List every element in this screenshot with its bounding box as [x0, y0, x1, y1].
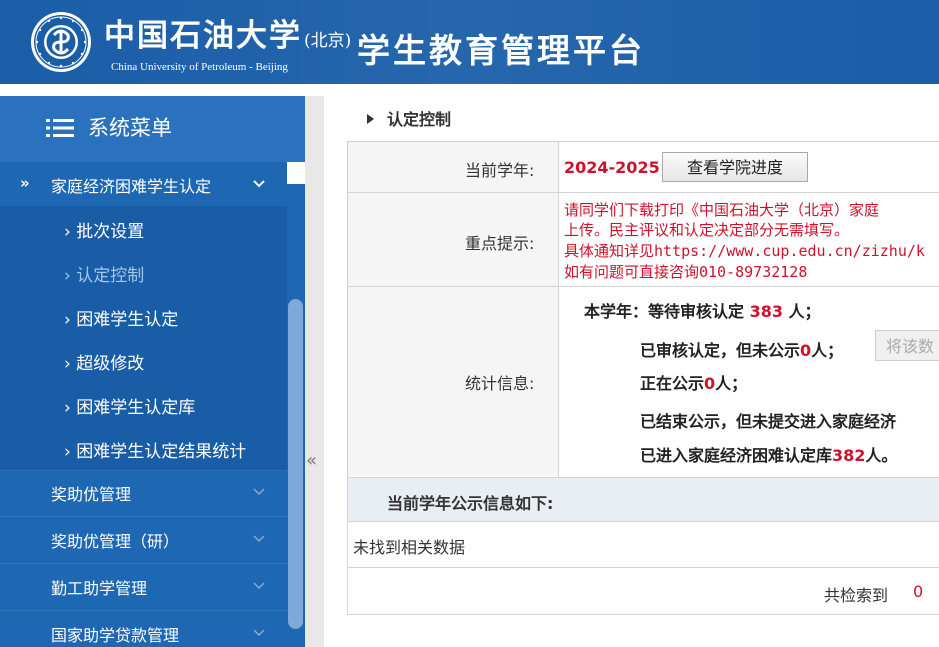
current-year-value: 2024-2025 [564, 158, 660, 177]
stat-text: 人； [782, 302, 821, 321]
total-count: 0 [913, 582, 924, 601]
row-divider [347, 286, 939, 287]
stat-count: 0 [800, 341, 812, 360]
caret-right-icon [367, 114, 374, 124]
sidebar-item-student-recognition[interactable]: › 困难学生认定 [0, 294, 287, 339]
sidebar-item-label: › 超级修改 [64, 354, 145, 374]
sidebar-item-label: › 认定控制 [64, 266, 145, 286]
sidebar-group-label: 奖助优管理 [51, 485, 132, 504]
sidebar-group-label: 奖助优管理（研） [51, 532, 180, 551]
notice-line: 请同学们下载打印《中国石油大学（北京）家庭 [564, 201, 880, 219]
stat-publicity-ended: 已结束公示，但未提交进入家庭经济 [640, 412, 897, 431]
stat-text: 人； [715, 374, 748, 393]
chevron-down-icon [253, 535, 265, 543]
publicity-header: 当前学年公示信息如下: [347, 477, 939, 522]
menu-title: 系统菜单 [88, 116, 172, 140]
sidebar-item-label: › 困难学生认定结果统计 [64, 442, 247, 462]
sidebar-scrollbar-gap [287, 162, 305, 184]
breadcrumb-current: 认定控制 [387, 110, 452, 129]
stat-pending-review: 本学年：等待审核认定 383 人； [584, 298, 821, 322]
stat-count: 0 [704, 374, 716, 393]
publicity-title: 当前学年公示信息如下: [387, 494, 554, 513]
publish-button[interactable]: 将该数 [875, 330, 939, 361]
stat-count: 382 [832, 446, 866, 465]
sidebar-group-label: 国家助学贷款管理 [51, 626, 180, 645]
view-college-progress-button[interactable]: 查看学院进度 [662, 152, 808, 182]
year-label: 当前学年: [465, 161, 535, 180]
stat-text: 已进入家庭经济困难认定库 [640, 446, 833, 465]
top-header: 中国石油大学 (北京) China University of Petroleum… [0, 0, 939, 84]
stat-reviewed-unpublished: 已审核认定，但未公示0人； [640, 337, 843, 361]
breadcrumb: 认定控制 [367, 106, 451, 130]
university-campus: (北京) [304, 31, 352, 51]
menu-header[interactable]: 系统菜单 [0, 96, 305, 162]
chevron-down-icon [253, 582, 265, 590]
publicity-empty-row: 未找到相关数据 [347, 522, 939, 568]
menu-list-icon [46, 119, 74, 137]
row-divider [347, 192, 939, 193]
stat-text: 人； [811, 341, 844, 360]
stats-label: 统计信息: [465, 374, 535, 393]
chevron-down-icon [253, 488, 265, 496]
sidebar-item-recognition-control[interactable]: › 认定控制 [0, 250, 287, 295]
notice-link-line[interactable]: 具体通知详见https://www.cup.edu.cn/zizhu/k [564, 240, 925, 261]
platform-title: 学生教育管理平台 [357, 31, 645, 70]
sidebar-group-label: 勤工助学管理 [51, 579, 148, 598]
sidebar-item-label: › 困难学生认定 [64, 310, 179, 330]
university-name-en: China University of Petroleum - Beijing [111, 61, 288, 73]
university-seal-icon [31, 12, 91, 72]
sidebar-item-label: › 困难学生认定库 [64, 398, 196, 418]
sidebar-group-label: 家庭经济困难学生认定 [51, 177, 212, 196]
chevron-down-icon [253, 629, 265, 637]
stat-text: 本学年：等待审核认定 [584, 302, 750, 321]
stat-count: 383 [749, 302, 783, 321]
column-divider [558, 141, 559, 477]
publicity-footer: 共检索到 0 [347, 568, 939, 615]
collapse-sidebar-icon[interactable]: « [306, 450, 317, 471]
total-label: 共检索到 [824, 586, 889, 605]
sidebar-group-work-study[interactable]: 勤工助学管理 [0, 564, 287, 611]
notice-label: 重点提示: [465, 234, 535, 253]
university-name-cn: 中国石油大学 (北京) [104, 10, 351, 54]
empty-text: 未找到相关数据 [353, 538, 466, 557]
sidebar-collapse-strip[interactable] [305, 96, 324, 647]
sidebar-group-student-loan[interactable]: 国家助学贷款管理 [0, 611, 287, 647]
expanded-marker-icon: » [20, 174, 30, 192]
stat-text: 正在公示 [640, 374, 705, 393]
notice-line: 上传。民主评议和认定决定部分无需填写。 [564, 221, 850, 239]
sidebar-item-recognition-library[interactable]: › 困难学生认定库 [0, 382, 287, 427]
sidebar-group-scholarship-grad[interactable]: 奖助优管理（研） [0, 517, 287, 564]
stat-text: 已审核认定，但未公示 [640, 341, 801, 360]
university-name: 中国石油大学 [104, 18, 302, 54]
sidebar-item-batch-settings[interactable]: › 批次设置 [0, 206, 287, 251]
sidebar-group-family-difficulty[interactable]: » 家庭经济困难学生认定 [0, 162, 287, 207]
sidebar-item-label: › 批次设置 [64, 222, 145, 242]
stat-text: 人。 [865, 446, 898, 465]
chevron-down-icon [253, 180, 265, 188]
stat-in-library: 已进入家庭经济困难认定库382人。 [640, 442, 897, 466]
notice-line: 如有问题可直接咨询010-89732128 [564, 263, 808, 281]
stat-publishing: 正在公示0人； [640, 370, 747, 394]
sidebar-scrollbar-thumb[interactable] [288, 299, 303, 629]
sidebar-item-result-statistics[interactable]: › 困难学生认定结果统计 [0, 426, 287, 471]
sidebar: 系统菜单 » 家庭经济困难学生认定 › 批次设置 › 认定控制 › 困难学生认定… [0, 96, 305, 647]
sidebar-item-super-edit[interactable]: › 超级修改 [0, 338, 287, 383]
sidebar-group-scholarship[interactable]: 奖助优管理 [0, 470, 287, 517]
